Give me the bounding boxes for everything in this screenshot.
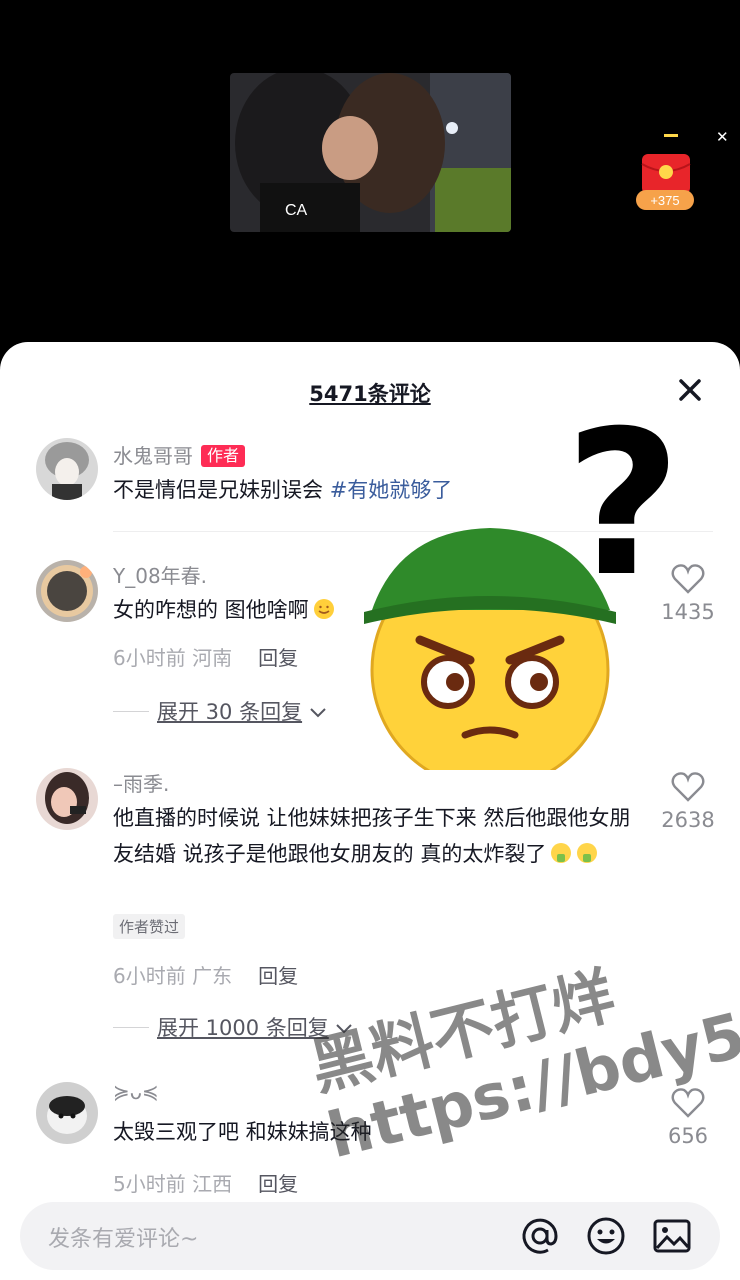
comment-meta: 6小时前 河南 回复 [113, 642, 298, 671]
comment-meta: 6小时前 广东 回复 [113, 960, 298, 989]
like-button[interactable]: 2638 [655, 772, 721, 832]
like-button[interactable]: 656 [655, 1088, 721, 1148]
author-liked-badge: 作者赞过 [113, 914, 186, 939]
video-thumbnail[interactable]: CA [230, 73, 511, 232]
comment-text[interactable]: 他直播的时候说 让他妹妹把孩子生下来 然后他跟他女朋友结婚 说孩子是他跟他女朋友… [113, 800, 633, 872]
comment-input-bar[interactable]: 发条有爱评论~ [20, 1202, 720, 1270]
like-count: 656 [667, 1124, 709, 1148]
comment-author-name[interactable]: 水鬼哥哥 作者 [113, 440, 246, 469]
comment-time-location: 5小时前 江西 [113, 1172, 233, 1196]
image-icon[interactable] [652, 1216, 692, 1256]
smile-emoji-icon [313, 599, 334, 619]
expand-replies-button[interactable]: 展开 1000 条回复 [113, 1012, 353, 1042]
comment-text[interactable]: 太毁三观了吧 和妹妹搞这种 [113, 1114, 633, 1150]
reply-button[interactable]: 回复 [258, 964, 298, 988]
angry-face-sticker-icon [360, 520, 620, 790]
heart-icon [671, 772, 705, 802]
comment-text[interactable]: 不是情侣是兄妹别误会 #有她就够了 [113, 472, 633, 508]
red-packet-close-icon[interactable]: ✕ [716, 128, 729, 146]
avatar[interactable] [36, 560, 98, 622]
reply-button[interactable]: 回复 [258, 1172, 298, 1196]
mention-icon[interactable] [520, 1216, 560, 1256]
comment-time-location: 6小时前 河南 [113, 646, 233, 670]
author-badge: 作者 [201, 445, 246, 467]
avatar[interactable] [36, 768, 98, 830]
comment-author-name[interactable]: ≽ᴗ≼ [113, 1080, 159, 1104]
bless-emoji-icon [551, 843, 572, 863]
svg-text:CA: CA [285, 202, 308, 219]
chevron-down-icon [336, 1024, 353, 1034]
expand-replies-button[interactable]: 展开 30 条回复 [113, 696, 327, 726]
comment-author-name[interactable]: Y_08年春. [113, 560, 207, 589]
emoji-icon[interactable] [586, 1216, 626, 1256]
video-area[interactable]: CA +375 ✕ [0, 0, 740, 360]
chevron-down-icon [310, 708, 326, 718]
comment-input[interactable]: 发条有爱评论~ [48, 1221, 198, 1253]
comment-meta: 5小时前 江西 回复 [113, 1168, 298, 1197]
avatar[interactable] [36, 438, 98, 500]
red-packet-icon[interactable]: +375 [636, 134, 696, 214]
comment-author-name[interactable]: –雨季. [113, 768, 169, 797]
svg-text:+375: +375 [650, 193, 679, 208]
comment-time-location: 6小时前 广东 [113, 964, 233, 988]
avatar[interactable] [36, 1082, 98, 1144]
hashtag-link[interactable]: #有她就够了 [330, 478, 453, 502]
heart-icon [671, 1088, 705, 1118]
bless-emoji-icon [577, 843, 598, 863]
like-count: 2638 [661, 808, 715, 832]
reply-button[interactable]: 回复 [258, 646, 298, 670]
